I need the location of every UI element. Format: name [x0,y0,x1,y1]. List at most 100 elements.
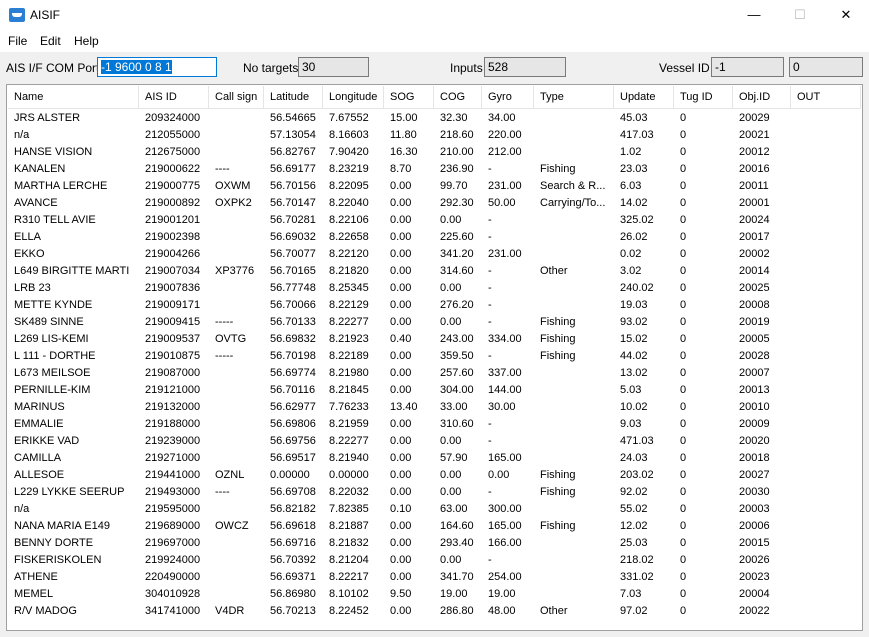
cell-sog: 0.00 [390,231,412,243]
no-targets-label: No targets [243,61,299,75]
table-row[interactable]: PERNILLE-KIM 219121000 56.70116 8.21845 0.00… [8,382,861,399]
cell-call-sign [209,212,264,229]
cell-update: 92.02 [620,486,648,498]
table-row[interactable]: NANA MARIA E149 219689000 OWCZ 56.69618 8.21… [8,518,861,535]
cell-sog: 9.50 [390,588,412,600]
table-row[interactable]: EMMALIE 219188000 56.69806 8.21959 0.00 310.6… [8,416,861,433]
cell-call-sign: OXWM [215,180,251,192]
cell-tug-id: 0 [680,248,687,260]
cell-gyro: 166.00 [488,537,522,549]
table-row[interactable]: AVANCE 219000892 OXPK2 56.70147 8.22040 0.00 2… [8,195,861,212]
cell-ais-id: 219493000 [145,486,201,498]
cell-obj-id: 20005 [739,333,770,345]
table-row[interactable]: L229 LYKKE SEERUP 219493000 ---- 56.69708 8.… [8,484,861,501]
table-row[interactable]: MARINUS 219132000 56.62977 7.76233 13.40 33.0… [8,399,861,416]
cell-sog: 16.30 [390,146,418,158]
menu-help[interactable]: Help [74,34,99,48]
cell-call-sign [209,416,264,433]
cell-call-sign [209,229,264,246]
table-row[interactable]: MEMEL 304010928 56.86980 8.10102 9.50 19.00 19… [8,586,861,603]
minimize-button[interactable]: — [731,0,777,30]
cell-sog: 15.00 [390,112,418,124]
column-header-type[interactable]: Type [534,86,614,108]
table-row[interactable]: FISKERISKOLEN 219924000 56.70392 8.21204 0.0… [8,552,861,569]
column-header-longitude[interactable]: Longitude [323,86,384,108]
table-row[interactable]: n/a 212055000 57.13054 8.16603 11.80 218.60 22… [8,127,861,144]
column-header-call-sign[interactable]: Call sign [209,86,264,108]
menu-file[interactable]: File [8,34,27,48]
column-header-gyro[interactable]: Gyro [482,86,534,108]
cell-tug-id: 0 [680,418,687,430]
cell-sog: 0.00 [390,282,412,294]
table-row[interactable]: R310 TELL AVIE 219001201 56.70281 8.22106 0.… [8,212,861,229]
table-row[interactable]: BENNY DORTE 219697000 56.69716 8.21832 0.00 2… [8,535,861,552]
menu-edit[interactable]: Edit [40,34,61,48]
table-row[interactable]: MARTHA LERCHE 219000775 OXWM 56.70156 8.2209… [8,178,861,195]
table-row[interactable]: LRB 23 219007836 56.77748 8.25345 0.00 0.00 - 2… [8,280,861,297]
table-row[interactable]: n/a 219595000 56.82182 7.82385 0.10 63.00 300.… [8,501,861,518]
column-header-obj-id[interactable]: Obj.ID [733,86,791,108]
table-row[interactable]: SK489 SINNE 219009415 ----- 56.70133 8.22277… [8,314,861,331]
cell-call-sign: ---- [215,163,230,175]
cell-name: FISKERISKOLEN [14,554,102,566]
cell-type: Fishing [540,486,576,498]
column-header-latitude[interactable]: Latitude [264,86,323,108]
table-row[interactable]: JRS ALSTER 209324000 56.54665 7.67552 15.00 3… [8,110,861,127]
column-header-ais-id[interactable]: AIS ID [139,86,209,108]
maximize-button[interactable]: ☐ [777,0,823,30]
column-header-sog[interactable]: SOG [384,86,434,108]
table-row[interactable]: METTE KYNDE 219009171 56.70066 8.22129 0.00 2… [8,297,861,314]
table-row[interactable]: HANSE VISION 212675000 56.82767 7.90420 16.3… [8,144,861,161]
column-header-out[interactable]: OUT [791,86,861,108]
cell-longitude: 7.76233 [329,401,369,413]
table-row[interactable]: ELLA 219002398 56.69032 8.22658 0.00 225.60 - 2… [8,229,861,246]
cell-latitude: 56.69177 [270,163,316,175]
column-header-name[interactable]: Name [8,86,139,108]
cell-longitude: 8.10102 [329,588,369,600]
cell-update: 6.03 [620,180,642,192]
cell-longitude: 7.90420 [329,146,369,158]
table-row[interactable]: L649 BIRGITTE MARTI 219007034 XP3776 56.701… [8,263,861,280]
cell-update: 45.03 [620,112,648,124]
cell-ais-id: 219009415 [145,316,201,328]
cell-name: L269 LIS-KEMI [14,333,89,345]
cell-latitude: 56.69832 [270,333,316,345]
cell-latitude: 56.86980 [270,588,316,600]
cell-tug-id: 0 [680,571,687,583]
table-row[interactable]: ALLESOE 219441000 OZNL 0.00000 0.00000 0.00 0.… [8,467,861,484]
table-row[interactable]: R/V MADOG 341741000 V4DR 56.70213 8.22452 0.0… [8,603,861,620]
cell-call-sign [209,433,264,450]
cell-ais-id: 220490000 [145,571,201,583]
cell-type [534,416,614,433]
cell-gyro: 231.00 [488,180,522,192]
table-row[interactable]: ATHENE 220490000 56.69371 8.22217 0.00 341.70… [8,569,861,586]
cell-type: Search & R... [540,180,606,192]
targets-list[interactable]: Name AIS ID Call sign Latitude Longitude SOG C… [6,84,863,631]
cell-gyro: 231.00 [488,248,522,260]
cell-ais-id: 219239000 [145,435,201,447]
cell-latitude: 56.69708 [270,486,316,498]
table-row[interactable]: L 111 - DORTHE 219010875 ----- 56.70198 8.22… [8,348,861,365]
cell-call-sign: OVTG [215,333,247,345]
cell-longitude: 8.21820 [329,265,369,277]
cell-longitude: 8.21940 [329,452,369,464]
cell-tug-id: 0 [680,486,687,498]
column-header-cog[interactable]: COG [434,86,482,108]
cell-obj-id: 20014 [739,265,770,277]
cell-latitude: 56.69371 [270,571,316,583]
column-header-tug-id[interactable]: Tug ID [674,86,733,108]
cell-latitude: 56.69517 [270,452,316,464]
table-row[interactable]: ERIKKE VAD 219239000 56.69756 8.22277 0.00 0.… [8,433,861,450]
close-button[interactable]: ✕ [823,0,869,30]
table-row[interactable]: KANALEN 219000622 ---- 56.69177 8.23219 8.70 2… [8,161,861,178]
cell-type [534,535,614,552]
table-row[interactable]: L673 MEILSOE 219087000 56.69774 8.21980 0.00… [8,365,861,382]
com-port-input[interactable]: -1 9600 0 8 1 [97,57,217,77]
table-row[interactable]: L269 LIS-KEMI 219009537 OVTG 56.69832 8.2192… [8,331,861,348]
cell-longitude: 8.25345 [329,282,369,294]
table-row[interactable]: EKKO 219004266 56.70077 8.22120 0.00 341.20 23… [8,246,861,263]
table-row[interactable]: CAMILLA 219271000 56.69517 8.21940 0.00 57.90… [8,450,861,467]
cell-obj-id: 20029 [739,112,770,124]
column-header-update[interactable]: Update [614,86,674,108]
cell-sog: 0.00 [390,469,412,481]
